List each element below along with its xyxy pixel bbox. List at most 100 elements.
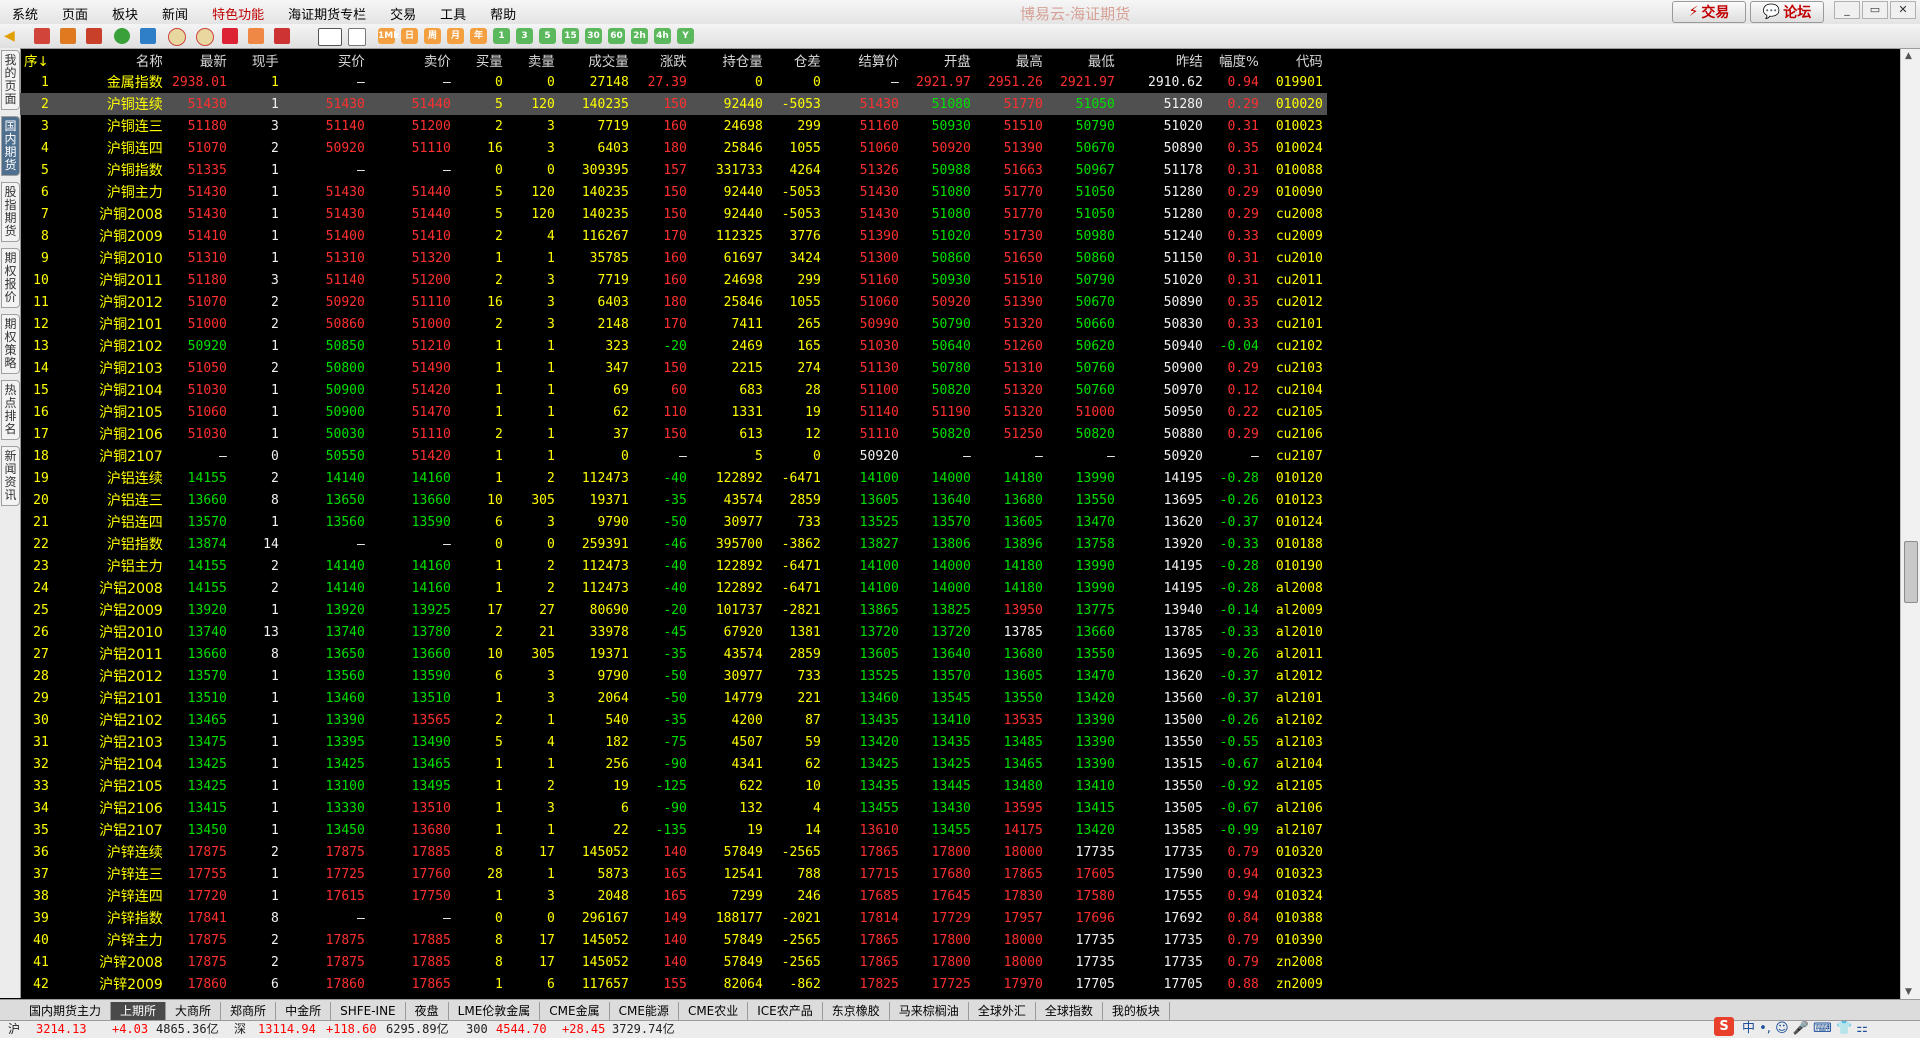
news-icon[interactable] <box>86 28 102 44</box>
table-row[interactable]: 41 沪锌2008 17875 2 17875 17885 8 17 145052 140 5784… <box>20 951 1327 973</box>
exchange-tab-2[interactable]: 大商所 <box>166 1002 222 1020</box>
table-row[interactable]: 22 沪铝指数 13874 14 — — 0 0 259391 -46 395700 -3862 138… <box>20 533 1327 555</box>
table-row[interactable]: 21 沪铝连四 13570 1 13560 13590 6 3 9790 -50 30977 733 1… <box>20 511 1327 533</box>
period-button-1[interactable]: 日 <box>401 28 418 44</box>
zoom-in-icon[interactable] <box>168 28 186 46</box>
table-row[interactable]: 30 沪铝2102 13465 1 13390 13565 2 1 540 -35 4200 87 13… <box>20 709 1327 731</box>
exchange-tab-11[interactable]: ICE农产品 <box>748 1002 823 1020</box>
table-row[interactable]: 4 沪铜连四 51070 2 50920 51110 16 3 6403 180 25846 1055… <box>20 137 1327 159</box>
table-row[interactable]: 13 沪铜2102 50920 1 50850 51210 1 1 323 -20 2469 165 5… <box>20 335 1327 357</box>
table-row[interactable]: 19 沪铝连续 14155 2 14140 14160 1 2 112473 -40 122892 -… <box>20 467 1327 489</box>
scroll-down-arrow-icon[interactable]: ▼ <box>1905 987 1912 997</box>
table-row[interactable]: 12 沪铜2101 51000 2 50860 51000 2 3 2148 170 7411 265… <box>20 313 1327 335</box>
exchange-tab-5[interactable]: SHFE-INE <box>331 1002 406 1020</box>
left-tab-4[interactable]: 期权策略 <box>1 314 20 374</box>
exchange-tab-8[interactable]: CME金属 <box>540 1002 610 1020</box>
refresh-icon[interactable] <box>114 28 130 44</box>
table-row[interactable]: 31 沪铝2103 13475 1 13395 13490 5 4 182 -75 4507 59 13… <box>20 731 1327 753</box>
menu-item-6[interactable]: 交易 <box>382 2 424 25</box>
table-row[interactable]: 32 沪铝2104 13425 1 13425 13465 1 1 256 -90 4341 62 13… <box>20 753 1327 775</box>
column-header-14[interactable]: 最高 <box>975 49 1047 71</box>
column-header-2[interactable]: 最新 <box>167 49 231 71</box>
table-row[interactable]: 18 沪铜2107 — 0 50550 51420 1 1 0 — 5 0 50920 — — — 50920 —… <box>20 445 1327 467</box>
folder-icon[interactable] <box>60 28 76 44</box>
table-row[interactable]: 37 沪锌连三 17755 1 17725 17760 28 1 5873 165 12541 788… <box>20 863 1327 885</box>
exchange-tab-16[interactable]: 我的板块 <box>1103 1002 1170 1020</box>
period-button-7[interactable]: 5 <box>539 28 556 44</box>
table-row[interactable]: 1 金属指数 2938.01 1 — — 0 0 27148 27.39 0 0 — 2921.97 295… <box>20 71 1327 93</box>
back-arrow-icon[interactable]: ◀ <box>4 28 20 44</box>
table-row[interactable]: 24 沪铝2008 14155 2 14140 14160 1 2 112473 -40 12289… <box>20 577 1327 599</box>
exchange-tab-7[interactable]: LME伦敦金属 <box>449 1002 541 1020</box>
column-header-9[interactable]: 涨跌 <box>633 49 691 71</box>
copy-icon[interactable] <box>140 28 156 44</box>
period-button-0[interactable]: 1Mk <box>378 28 399 44</box>
table-row[interactable]: 3 沪铜连三 51180 3 51140 51200 2 3 7719 160 24698 299 51… <box>20 115 1327 137</box>
table-row[interactable]: 17 沪铜2106 51030 1 50030 51110 2 1 37 150 613 12 5111… <box>20 423 1327 445</box>
close-button[interactable]: ✕ <box>1890 1 1916 19</box>
period-button-4[interactable]: 年 <box>470 28 487 44</box>
trade-button[interactable]: ⚡ 交易 <box>1672 1 1746 23</box>
exchange-tab-10[interactable]: CME农业 <box>679 1002 749 1020</box>
column-header-1[interactable]: 名称 <box>53 49 167 71</box>
exchange-tab-4[interactable]: 中金所 <box>276 1002 332 1020</box>
period-button-11[interactable]: 2h <box>631 28 648 44</box>
scrollbar-thumb[interactable] <box>1904 541 1918 603</box>
table-row[interactable]: 14 沪铜2103 51050 2 50800 51490 1 1 347 150 2215 274 5… <box>20 357 1327 379</box>
scroll-up-arrow-icon[interactable]: ▲ <box>1905 51 1912 61</box>
minimize-button[interactable]: _ <box>1834 1 1860 19</box>
table-row[interactable]: 38 沪锌连四 17720 1 17615 17750 1 3 2048 165 7299 246 17… <box>20 885 1327 907</box>
ime-toolbar[interactable]: S 中 •, ☺ 🎤 ⌨ 👕 ⚏ <box>1714 1017 1868 1036</box>
table-row[interactable]: 2 沪铜连续 51430 1 51430 51440 5 120 140235 150 92440-… <box>20 93 1327 115</box>
period-button-2[interactable]: 周 <box>424 28 441 44</box>
left-tab-2[interactable]: 股指期货 <box>1 182 20 242</box>
menu-item-8[interactable]: 帮助 <box>482 2 524 25</box>
table-row[interactable]: 29 沪铝2101 13510 1 13460 13510 1 3 2064 -50 14779 22… <box>20 687 1327 709</box>
column-header-8[interactable]: 成交量 <box>559 49 633 71</box>
column-header-11[interactable]: 仓差 <box>767 49 825 71</box>
period-button-3[interactable]: 月 <box>447 28 464 44</box>
exchange-tab-13[interactable]: 马来棕榈油 <box>890 1002 969 1020</box>
zoom-out-icon[interactable] <box>196 28 214 46</box>
column-header-0[interactable]: 序↓ <box>20 49 53 71</box>
exchange-tab-3[interactable]: 郑商所 <box>221 1002 277 1020</box>
table-row[interactable]: 28 沪铝2012 13570 1 13560 13590 6 3 9790 -50 30977 73… <box>20 665 1327 687</box>
exchange-tab-12[interactable]: 东京橡胶 <box>823 1002 890 1020</box>
table-row[interactable]: 6 沪铜主力 51430 1 51430 51440 5 120 140235 150 92440 -… <box>20 181 1327 203</box>
period-button-10[interactable]: 60 <box>608 28 625 44</box>
column-header-12[interactable]: 结算价 <box>825 49 903 71</box>
table-row[interactable]: 9 沪铜2010 51310 1 51310 51320 1 1 35785 160 61697 34… <box>20 247 1327 269</box>
period-button-9[interactable]: 30 <box>585 28 602 44</box>
table-row[interactable]: 25 沪铝2009 13920 1 13920 13925 17 27 80690 -20 1017… <box>20 599 1327 621</box>
left-tab-5[interactable]: 热点排名 <box>1 380 20 440</box>
menu-item-7[interactable]: 工具 <box>432 2 474 25</box>
left-tab-1[interactable]: 国内期货 <box>1 116 20 176</box>
table-row[interactable]: 7 沪铜2008 51430 1 51430 51440 5 120 140235 150 9244… <box>20 203 1327 225</box>
home-icon[interactable] <box>34 28 50 44</box>
period-button-5[interactable]: 1 <box>493 28 510 44</box>
table-row[interactable]: 36 沪锌连续 17875 2 17875 17885 8 17 145052 140 57849 -… <box>20 841 1327 863</box>
exchange-tab-6[interactable]: 夜盘 <box>406 1002 449 1020</box>
restore-button[interactable]: ▭ <box>1862 1 1888 19</box>
column-header-3[interactable]: 现手 <box>231 49 283 71</box>
exchange-tab-9[interactable]: CME能源 <box>610 1002 679 1020</box>
menu-item-5[interactable]: 海证期货专栏 <box>280 2 374 25</box>
column-header-15[interactable]: 最低 <box>1047 49 1119 71</box>
left-tab-6[interactable]: 新闻资讯 <box>1 446 20 506</box>
column-header-17[interactable]: 幅度% <box>1207 49 1263 71</box>
menu-item-0[interactable]: 系统 <box>4 2 46 25</box>
exchange-tab-15[interactable]: 全球指数 <box>1036 1002 1103 1020</box>
period-button-8[interactable]: 15 <box>562 28 579 44</box>
period-button-12[interactable]: 4h <box>654 28 671 44</box>
table-row[interactable]: 33 沪铝2105 13425 1 13100 13495 1 2 19 -125 622 10 134… <box>20 775 1327 797</box>
vertical-scrollbar[interactable]: ▲ ▼ <box>1900 49 1920 999</box>
period-button-6[interactable]: 3 <box>516 28 533 44</box>
table-row[interactable]: 34 沪铝2106 13415 1 13330 13510 1 3 6 -90 132 4 13455 1… <box>20 797 1327 819</box>
column-header-7[interactable]: 卖量 <box>507 49 559 71</box>
table-row[interactable]: 27 沪铝2011 13660 8 13650 13660 10 305 19371 -35 435… <box>20 643 1327 665</box>
table-row[interactable]: 42 沪锌2009 17860 6 17860 17865 1 6 117657 155 82064… <box>20 973 1327 995</box>
table-row[interactable]: 20 沪铝连三 13660 8 13650 13660 10 305 19371 -35 43574… <box>20 489 1327 511</box>
menu-item-3[interactable]: 新闻 <box>154 2 196 25</box>
left-tab-3[interactable]: 期权报价 <box>1 248 20 308</box>
table-row[interactable]: 40 沪锌主力 17875 2 17875 17885 8 17 145052 140 57849 -… <box>20 929 1327 951</box>
